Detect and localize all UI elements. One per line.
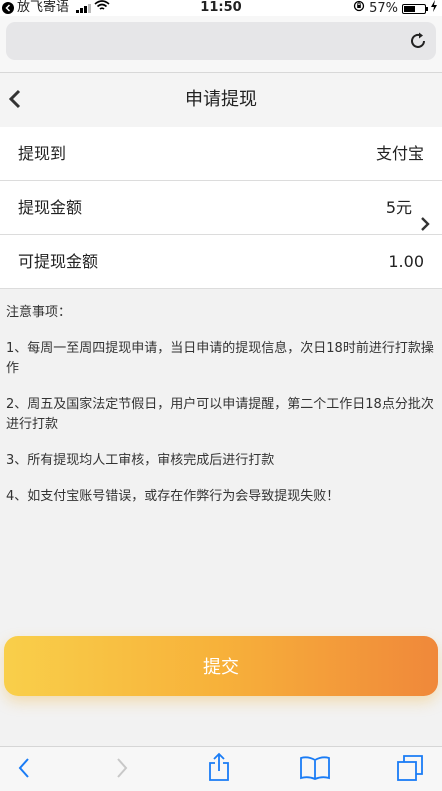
bookmarks-icon[interactable] xyxy=(298,755,332,785)
nav-bar: 申请提现 xyxy=(0,72,442,128)
notice-title: 注意事项： xyxy=(6,305,72,320)
available-amount-row: 可提现金额 1.00 xyxy=(0,235,442,289)
row-label: 可提现金额 xyxy=(18,252,99,271)
tabs-icon[interactable] xyxy=(396,754,424,786)
battery-fill xyxy=(404,5,416,12)
browser-address-area xyxy=(0,16,442,72)
rotation-lock-icon xyxy=(353,0,365,17)
browser-toolbar xyxy=(0,746,442,791)
submit-button[interactable]: 提交 xyxy=(4,636,438,696)
notice-item: 4、如支付宝账号错误，或存在作弊行为会导致提现失败！ xyxy=(6,489,340,504)
battery-icon xyxy=(402,3,428,14)
withdraw-form: 提现到 支付宝 提现金额 5元 可提现金额 1.00 xyxy=(0,127,442,289)
withdraw-to-row: 提现到 支付宝 xyxy=(0,127,442,181)
row-label: 提现到 xyxy=(18,144,67,163)
row-value: 5元 xyxy=(385,198,412,217)
row-label: 提现金额 xyxy=(18,198,83,217)
battery-percent: 57% xyxy=(369,0,398,16)
back-icon[interactable] xyxy=(14,755,34,785)
status-bar-right: 57% xyxy=(353,0,438,17)
charging-icon xyxy=(430,0,438,17)
row-value: 1.00 xyxy=(388,252,424,271)
notice-item: 3、所有提现均人工审核，审核完成后进行打款 xyxy=(6,453,275,468)
withdraw-amount-row[interactable]: 提现金额 5元 xyxy=(0,181,442,235)
notice-item: 2、周五及国家法定节假日，用户可以申请提醒，第二个工作日18点分批次进行打款 xyxy=(6,397,434,432)
share-icon[interactable] xyxy=(206,752,232,786)
page-title: 申请提现 xyxy=(185,89,257,110)
address-bar[interactable] xyxy=(6,22,436,60)
row-value: 支付宝 xyxy=(375,144,424,163)
reload-icon[interactable] xyxy=(408,31,428,55)
status-bar: 放飞寄语 11:50 57% xyxy=(0,0,442,16)
forward-icon[interactable] xyxy=(112,755,132,785)
notice-section: 注意事项： 1、每周一至周四提现申请，当日申请的提现信息，次日18时前进行打款操… xyxy=(6,303,436,523)
notice-item: 1、每周一至周四提现申请，当日申请的提现信息，次日18时前进行打款操作 xyxy=(6,341,434,376)
